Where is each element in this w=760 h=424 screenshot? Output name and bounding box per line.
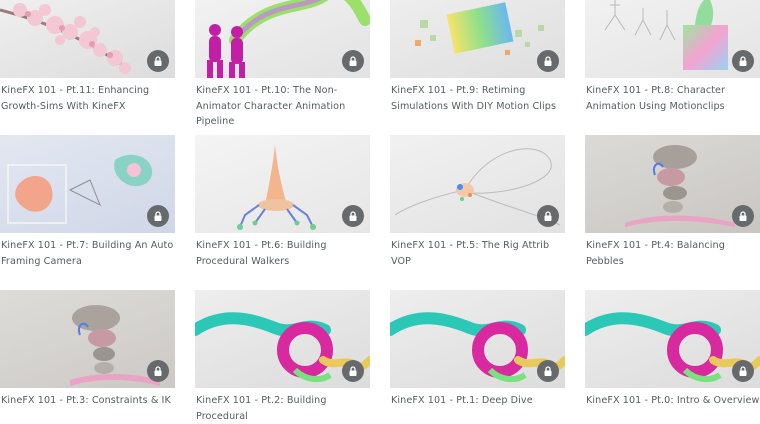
course-card[interactable]: KineFX 101 - Pt.11: Enhancing Growth-Sim…: [0, 0, 175, 114]
course-thumbnail[interactable]: [0, 135, 175, 233]
lock-icon: [147, 205, 169, 227]
course-title[interactable]: KineFX 101 - Pt.3: Constraints & IK: [1, 393, 179, 409]
course-card[interactable]: KineFX 101 - Pt.4: Balancing Pebbles: [585, 135, 760, 269]
lock-icon: [342, 205, 364, 227]
course-card[interactable]: KineFX 101 - Pt.8: Character Animation U…: [585, 0, 760, 114]
course-title[interactable]: KineFX 101 - Pt.6: Building Procedural W…: [196, 238, 374, 269]
course-thumbnail[interactable]: [0, 0, 175, 78]
course-thumbnail[interactable]: [585, 135, 760, 233]
course-card[interactable]: KineFX 101 - Pt.6: Building Procedural W…: [195, 135, 370, 269]
course-title[interactable]: KineFX 101 - Pt.5: The Rig Attrib VOP: [391, 238, 569, 269]
lock-icon: [732, 360, 754, 382]
course-title[interactable]: KineFX 101 - Pt.4: Balancing Pebbles: [586, 238, 760, 269]
course-card[interactable]: KineFX 101 - Pt.9: Retiming Simulations …: [390, 0, 565, 114]
course-card[interactable]: KineFX 101 - Pt.5: The Rig Attrib VOP: [390, 135, 565, 269]
course-title[interactable]: KineFX 101 - Pt.9: Retiming Simulations …: [391, 83, 569, 114]
course-card[interactable]: KineFX 101 - Pt.7: Building An Auto Fram…: [0, 135, 175, 269]
course-title[interactable]: KineFX 101 - Pt.10: The Non-Animator Cha…: [196, 83, 374, 130]
course-card[interactable]: KineFX 101 - Pt.10: The Non-Animator Cha…: [195, 0, 370, 130]
lock-icon: [732, 205, 754, 227]
course-card[interactable]: KineFX 101 - Pt.2: Building Procedural: [195, 290, 370, 424]
course-title[interactable]: KineFX 101 - Pt.2: Building Procedural: [196, 393, 374, 424]
course-thumbnail[interactable]: [0, 290, 175, 388]
course-thumbnail[interactable]: [390, 135, 565, 233]
course-card[interactable]: KineFX 101 - Pt.3: Constraints & IK: [0, 290, 175, 409]
course-thumbnail[interactable]: [585, 0, 760, 78]
lock-icon: [537, 50, 559, 72]
lock-icon: [537, 205, 559, 227]
course-title[interactable]: KineFX 101 - Pt.1: Deep Dive: [391, 393, 569, 409]
lock-icon: [147, 50, 169, 72]
lock-icon: [342, 360, 364, 382]
course-thumbnail[interactable]: [195, 135, 370, 233]
course-title[interactable]: KineFX 101 - Pt.0: Intro & Overview: [586, 393, 760, 409]
course-thumbnail[interactable]: [195, 290, 370, 388]
course-title[interactable]: KineFX 101 - Pt.8: Character Animation U…: [586, 83, 760, 114]
course-card[interactable]: KineFX 101 - Pt.1: Deep Dive: [390, 290, 565, 409]
lock-icon: [537, 360, 559, 382]
course-title[interactable]: KineFX 101 - Pt.11: Enhancing Growth-Sim…: [1, 83, 179, 114]
lock-icon: [342, 50, 364, 72]
course-title[interactable]: KineFX 101 - Pt.7: Building An Auto Fram…: [1, 238, 179, 269]
course-thumbnail[interactable]: [195, 0, 370, 78]
lock-icon: [732, 50, 754, 72]
course-thumbnail[interactable]: [585, 290, 760, 388]
course-card[interactable]: KineFX 101 - Pt.0: Intro & Overview: [585, 290, 760, 409]
lock-icon: [147, 360, 169, 382]
course-thumbnail[interactable]: [390, 0, 565, 78]
course-thumbnail[interactable]: [390, 290, 565, 388]
